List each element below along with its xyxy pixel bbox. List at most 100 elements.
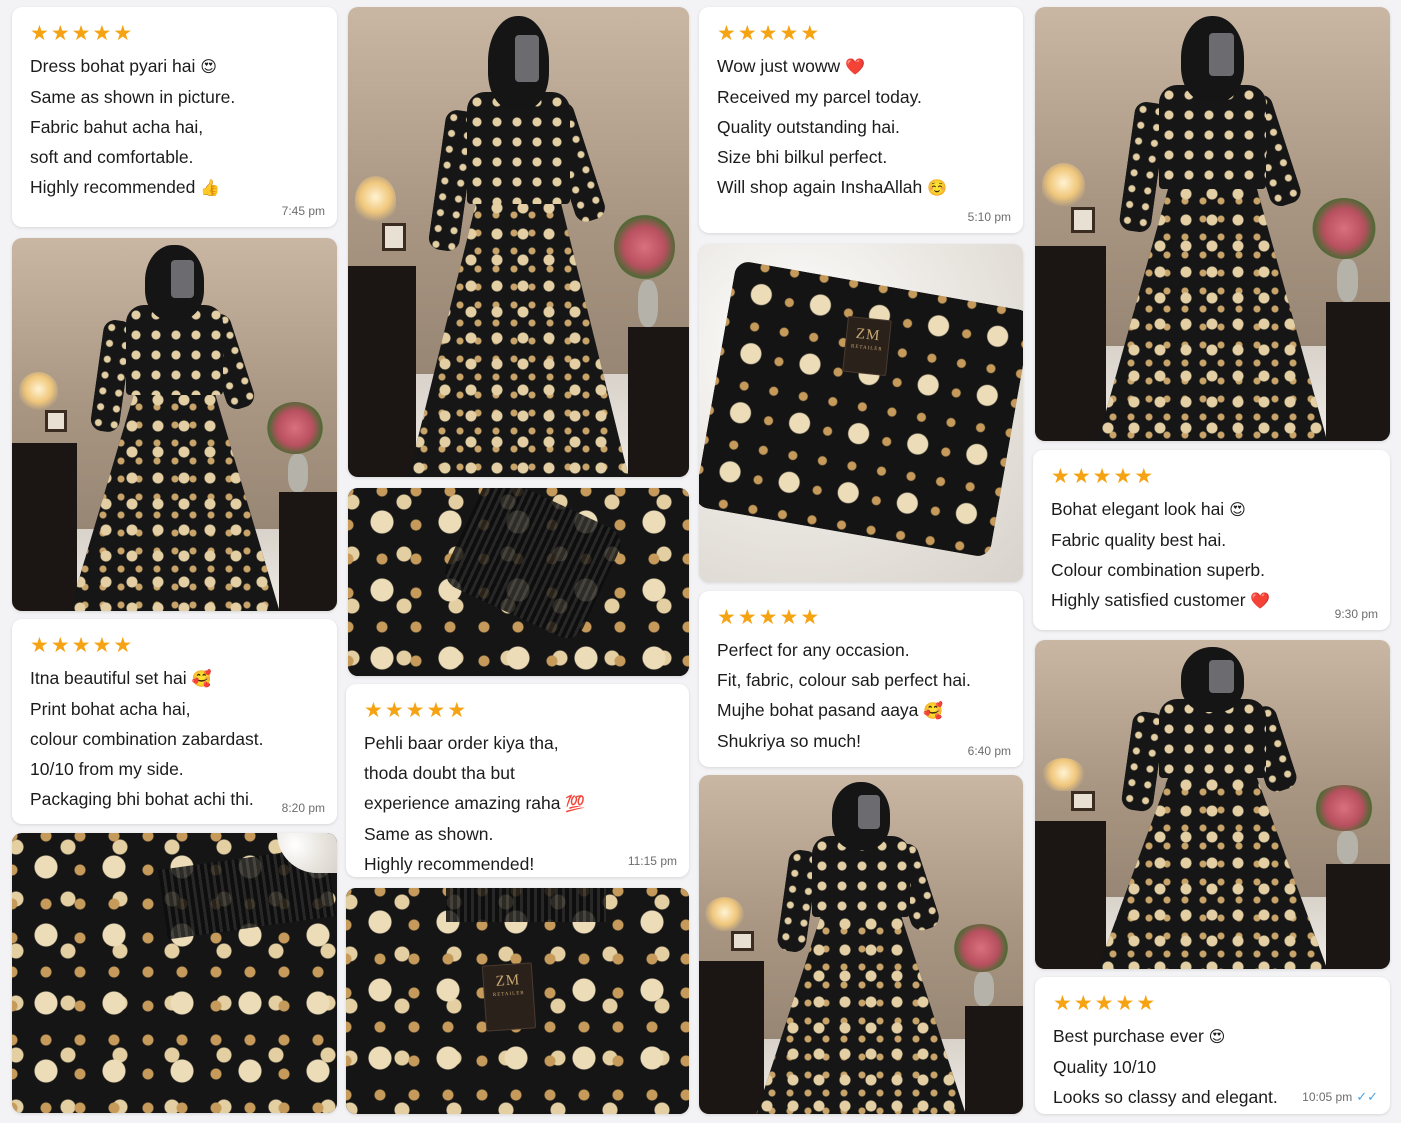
emoji-icon: 😍 <box>1208 1027 1226 1046</box>
star-icon: ★ <box>1073 992 1093 1015</box>
star-icon: ★ <box>364 699 383 722</box>
flower-bouquet <box>1311 784 1376 831</box>
star-icon: ★ <box>50 22 70 45</box>
review-text: Perfect for any occasion. <box>717 640 910 660</box>
star-icon: ★ <box>758 606 778 629</box>
review-text: Pehli baar order kiya tha, <box>364 733 559 753</box>
flower-bouquet <box>1311 197 1376 259</box>
star-icon: ★ <box>71 634 91 657</box>
phone-icon <box>857 795 881 830</box>
star-icon: ★ <box>113 22 133 45</box>
flower-bouquet <box>265 402 324 455</box>
review-line: Highly satisfied customer ❤️ <box>1051 585 1372 616</box>
star-icon: ★ <box>737 22 757 45</box>
star-icon: ★ <box>384 699 404 722</box>
star-icon: ★ <box>1051 465 1070 488</box>
side-table-right <box>1326 302 1390 441</box>
picture-frame <box>1070 206 1096 233</box>
star-icon: ★ <box>1136 992 1156 1015</box>
review-line: Print bohat acha hai, <box>30 694 319 724</box>
star-icon: ★ <box>92 634 112 657</box>
review-card-1: ★ ★ ★ ★ ★ Dress bohat pyari hai 😍 Same as show… <box>12 7 337 227</box>
review-line: Shukriya so much! <box>717 726 1005 756</box>
review-line: Same as shown in picture. <box>30 82 319 112</box>
star-icon: ★ <box>113 634 133 657</box>
review-line: Perfect for any occasion. <box>717 635 1005 665</box>
star-icon: ★ <box>1113 465 1133 488</box>
side-table-right <box>1326 863 1390 969</box>
emoji-icon: 🥰 <box>923 701 944 720</box>
message-timestamp: 9:30 pm <box>1335 607 1378 621</box>
review-text: Quality outstanding hai. <box>717 117 900 137</box>
side-table-left <box>699 961 764 1114</box>
ruffled-neckline <box>446 888 606 922</box>
review-text: Received my parcel today. <box>717 87 922 107</box>
lamp-glow <box>18 372 58 410</box>
model-photo-2[interactable] <box>348 7 689 477</box>
model-photo-4[interactable] <box>1035 7 1390 441</box>
model-photo-1[interactable] <box>12 238 337 611</box>
review-text: Bohat elegant look hai <box>1051 499 1225 519</box>
review-line: Same as shown. <box>364 819 671 849</box>
fabric-waist-closeup[interactable] <box>12 833 337 1113</box>
review-text: Shukriya so much! <box>717 731 861 751</box>
star-rating: ★ ★ ★ ★ ★ <box>30 23 319 45</box>
model-photo-3[interactable] <box>699 775 1023 1114</box>
star-icon: ★ <box>800 22 820 45</box>
review-text: Packaging bhi bohat achi thi. <box>30 789 254 809</box>
emoji-icon: 💯 <box>565 794 586 813</box>
folded-dress-photo[interactable]: ZM RETAILER <box>699 244 1023 582</box>
review-line: Packaging bhi bohat achi thi. <box>30 784 319 814</box>
read-receipt-icon: ✓✓ <box>1356 1089 1378 1104</box>
review-line: Quality 10/10 <box>1053 1052 1372 1082</box>
star-icon: ★ <box>1115 992 1135 1015</box>
side-table-left <box>1035 820 1106 969</box>
flower-vase <box>637 279 659 327</box>
review-text: experience amazing raha <box>364 793 561 813</box>
review-text: Highly satisfied customer <box>1051 590 1246 610</box>
timestamp-text: 10:05 pm <box>1302 1090 1353 1104</box>
review-line: Fabric bahut acha hai, <box>30 112 319 142</box>
review-line: Highly recommended 👍 <box>1053 1112 1372 1114</box>
review-text: Same as shown in picture. <box>30 87 236 107</box>
emoji-icon: ❤️ <box>845 57 865 76</box>
review-line: Fabric quality best hai. <box>1051 525 1372 555</box>
side-table-left <box>1035 245 1106 441</box>
star-icon: ★ <box>30 634 49 657</box>
fabric-cuff-closeup[interactable] <box>348 488 689 676</box>
review-line: Mujhe bohat pasand aaya 🥰 <box>717 695 1005 726</box>
review-text: Best purchase ever <box>1053 1026 1204 1046</box>
review-line: Highly recommended! <box>364 849 671 877</box>
review-line: colour combination zabardast. <box>30 724 319 754</box>
review-text: Fabric bahut acha hai, <box>30 117 204 137</box>
star-rating: ★ ★ ★ ★ ★ <box>717 23 1005 45</box>
review-text: Highly recommended <box>30 177 196 197</box>
review-text: Fabric quality best hai. <box>1051 530 1227 550</box>
folded-dress <box>699 259 1023 559</box>
review-line: 10/10 from my side. <box>30 754 319 784</box>
star-icon: ★ <box>779 606 799 629</box>
model-photo-5[interactable] <box>1035 640 1390 969</box>
star-icon: ★ <box>737 606 757 629</box>
star-icon: ★ <box>1134 465 1154 488</box>
star-icon: ★ <box>30 22 49 45</box>
fabric-neck-tag-closeup[interactable]: ZM RETAILER <box>346 888 689 1114</box>
message-timestamp: 6:40 pm <box>968 744 1011 758</box>
emoji-icon: 😍 <box>200 57 217 76</box>
review-line: Pehli baar order kiya tha, <box>364 728 671 758</box>
star-rating: ★ ★ ★ ★ ★ <box>364 700 671 722</box>
star-icon: ★ <box>717 606 736 629</box>
message-timestamp: 5:10 pm <box>968 210 1011 224</box>
star-icon: ★ <box>405 699 425 722</box>
phone-icon <box>1208 659 1234 693</box>
review-line: Fit, fabric, colour sab perfect hai. <box>717 665 1005 695</box>
picture-frame <box>382 223 406 252</box>
emoji-icon: 🥰 <box>191 669 212 688</box>
lamp-glow <box>354 176 396 224</box>
emoji-icon: 👍 <box>200 178 221 197</box>
star-rating: ★ ★ ★ ★ ★ <box>30 635 319 657</box>
picture-frame <box>1070 791 1096 812</box>
flower-vase <box>1336 830 1359 864</box>
review-text: Wow just woww <box>717 56 841 76</box>
emoji-icon: 😍 <box>1229 500 1246 519</box>
